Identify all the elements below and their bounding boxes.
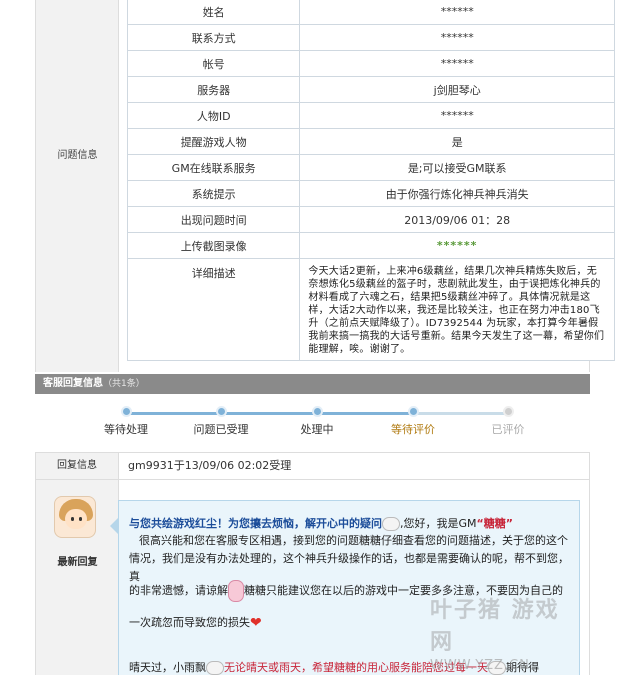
step-dot <box>215 406 227 417</box>
row-key: 提醒游戏人物 <box>126 128 301 155</box>
table-row: 帐号 ****** <box>126 50 615 77</box>
screenshot-link[interactable]: ****** <box>299 232 615 259</box>
avatar <box>54 496 96 538</box>
row-key: 帐号 <box>126 50 301 77</box>
avatar-eye <box>79 517 82 521</box>
row-key: 姓名 <box>126 0 301 25</box>
step-label: 等待评价 <box>391 423 435 436</box>
progress-step: 等待处理 <box>86 406 166 437</box>
screenshot-link-text[interactable]: ****** <box>437 239 478 252</box>
reply-greeting: 与您共绘游戏红尘！为您攘去烦恼，解开心中的疑问 ,您好，我是GM“糖糖” <box>129 517 573 531</box>
watermark-url: WWW.YZZ.CN <box>430 658 530 673</box>
step-label: 问题已受理 <box>193 423 249 436</box>
reply-info-row: 回复信息 gm9931于13/09/06 02:02受理 <box>35 452 590 480</box>
latest-reply-sidebar: 最新回复 <box>36 480 119 675</box>
row-key: 联系方式 <box>126 24 301 51</box>
row-value: j剑胆琴心 <box>299 76 615 103</box>
sheep-emoticon-icon <box>382 517 400 531</box>
reply-text: 一次疏忽而导致您的损失 <box>129 616 250 629</box>
progress-tracker: 等待处理 问题已受理 处理中 等待评价 已评价 <box>35 394 590 450</box>
table-row: 系统提示 由于你强行炼化神兵神兵消失 <box>126 180 615 207</box>
row-value: 2013/09/06 01：28 <box>299 206 615 233</box>
row-key: 人物ID <box>126 102 301 129</box>
progress-step: 处理中 <box>277 406 357 437</box>
table-row: 提醒游戏人物是 <box>126 128 615 155</box>
service-reply-title: 客服回复信息 <box>43 378 103 389</box>
reply-info-value: gm9931于13/09/06 02:02受理 <box>128 459 292 472</box>
table-row: 联系方式 ****** <box>126 24 615 51</box>
row-value: ****** <box>299 24 615 51</box>
heart-icon: ❤ <box>250 615 262 631</box>
table-row: 服务器 j剑胆琴心 <box>126 76 615 103</box>
step-dot <box>407 406 419 417</box>
row-value: 是;可以接受GM联系 <box>299 154 615 181</box>
table-row: GM在线联系服务 是;可以接受GM联系 <box>126 154 615 181</box>
latest-reply-label: 最新回复 <box>57 557 98 568</box>
reply-text: 的非常遗憾，请谅解 <box>129 584 228 597</box>
progress-step: 已评价 <box>468 406 548 437</box>
table-row: 出现问题时间 2013/09/06 01：28 <box>126 206 615 233</box>
table-row: 详细描述 今天大话2更新，上来冲6级藕丝，结果几次神兵精炼失败后，无奈想炼化5级藕… <box>126 258 615 361</box>
gm-name: “糖糖” <box>476 517 513 530</box>
rabbit-emoticon-icon <box>228 580 244 602</box>
table-row: 上传截图录像 ****** <box>126 232 615 259</box>
step-dot <box>502 406 514 417</box>
issue-info-table: 姓名 ****** 联系方式 ****** 帐号 ****** 服务器 j剑胆琴心 人物… <box>126 0 615 361</box>
row-key: 出现问题时间 <box>126 206 301 233</box>
step-dot <box>311 406 323 417</box>
reply-info-label: 回复信息 <box>36 453 119 479</box>
issue-info-sidebar: 问题信息 <box>36 0 119 372</box>
row-key: 详细描述 <box>126 258 301 361</box>
issue-info-label: 问题信息 <box>57 150 98 161</box>
site-watermark: 叶子猪 游戏网 WWW.YZZ.CN <box>430 592 580 673</box>
row-key: GM在线联系服务 <box>126 154 301 181</box>
step-label: 已评价 <box>491 423 525 436</box>
greeting-slogan: 与您共绘游戏红尘！为您攘去烦恼，解开心中的疑问 <box>129 517 382 530</box>
row-value: ****** <box>299 102 615 129</box>
row-value: ****** <box>299 50 615 77</box>
row-key: 上传截图录像 <box>126 232 301 259</box>
table-row: 人物ID ****** <box>126 102 615 129</box>
progress-step: 等待评价 <box>373 406 453 437</box>
progress-step: 问题已受理 <box>181 406 261 437</box>
table-row: 姓名 ****** <box>126 0 615 25</box>
row-value: ****** <box>299 0 615 25</box>
row-key: 服务器 <box>126 76 301 103</box>
greeting-intro: ,您好，我是GM <box>400 517 477 530</box>
bubble-arrow <box>110 518 118 534</box>
avatar-eye <box>71 517 74 521</box>
service-reply-header: 客服回复信息（共1条） <box>35 374 590 394</box>
step-label: 等待处理 <box>104 423 148 436</box>
service-reply-count: （共1条） <box>103 379 145 389</box>
description-text: 今天大话2更新，上来冲6级藕丝，结果几次神兵精炼失败后，无奈想炼化5级藕丝的盔子… <box>299 258 615 361</box>
step-label: 处理中 <box>300 423 334 436</box>
sheep-emoticon-icon <box>206 661 224 675</box>
step-dot <box>120 406 132 417</box>
avatar-face <box>65 509 87 529</box>
row-value: 是 <box>299 128 615 155</box>
watermark-brand: 叶子猪 游戏网 <box>430 598 560 655</box>
signoff-text: 晴天过，小雨飘 <box>129 661 206 674</box>
reply-paragraph: 很高兴能和您在客服专区相遇，接到您的问题糖糖仔细查看您的问题描述，关于您的这个情… <box>129 534 569 583</box>
row-key: 系统提示 <box>126 180 301 207</box>
row-value: 由于你强行炼化神兵神兵消失 <box>299 180 615 207</box>
